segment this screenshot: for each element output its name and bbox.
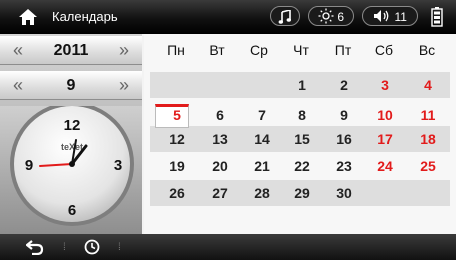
clock-icon[interactable] <box>84 239 100 255</box>
app-title: Календарь <box>52 9 118 24</box>
day-cell[interactable]: 28 <box>242 180 282 206</box>
brightness-value: 6 <box>337 10 345 24</box>
status-bar: Календарь 6 11 <box>0 0 456 34</box>
calendar-grid: Пн Вт Ср Чт Пт Сб Вс 1 2 3 4 5 6 7 8 9 1… <box>144 34 456 234</box>
calendar-app: Календарь 6 11 « 2011 » « 9 » 12 3 6 9 t… <box>0 0 456 260</box>
day-cell[interactable]: 20 <box>200 153 240 179</box>
day-cell[interactable]: 11 <box>408 102 448 128</box>
battery-icon <box>431 7 443 27</box>
day-cell[interactable]: 6 <box>200 102 240 128</box>
clock-numeral-9: 9 <box>25 157 33 174</box>
weekday-header-mon: Пн <box>167 42 185 58</box>
year-value: 2011 <box>53 42 89 59</box>
clock-center <box>69 161 75 167</box>
day-cell[interactable]: 18 <box>408 126 448 152</box>
analog-clock-area: 12 3 6 9 teXet <box>0 106 142 234</box>
analog-clock: 12 3 6 9 teXet <box>10 106 134 226</box>
day-cell[interactable]: 17 <box>365 126 405 152</box>
month-prev-button[interactable]: « <box>6 74 30 96</box>
day-cell[interactable]: 1 <box>282 72 322 98</box>
brightness-button[interactable]: 6 <box>308 6 354 26</box>
volume-icon <box>374 10 389 22</box>
month-value: 9 <box>66 77 76 94</box>
day-cell[interactable]: 12 <box>157 126 197 152</box>
clock-brand: teXet <box>61 142 83 152</box>
day-cell[interactable]: 23 <box>324 153 364 179</box>
month-next-button[interactable]: » <box>112 74 136 96</box>
day-cell[interactable]: 19 <box>157 153 197 179</box>
day-cell[interactable]: 22 <box>282 153 322 179</box>
day-cell[interactable]: 14 <box>242 126 282 152</box>
music-button[interactable] <box>270 6 300 26</box>
brightness-icon <box>318 8 334 24</box>
day-cell[interactable]: 29 <box>282 180 322 206</box>
day-cell[interactable]: 3 <box>365 72 405 98</box>
day-cell[interactable]: 15 <box>282 126 322 152</box>
day-cell[interactable]: 4 <box>408 72 448 98</box>
day-cell[interactable]: 30 <box>324 180 364 206</box>
day-cell[interactable]: 16 <box>324 126 364 152</box>
home-icon[interactable] <box>18 8 38 26</box>
day-cell[interactable]: 21 <box>242 153 282 179</box>
day-cell-today[interactable]: 5 <box>157 102 197 128</box>
day-cell[interactable]: 2 <box>324 72 364 98</box>
weekday-header-fri: Пт <box>334 42 352 58</box>
year-next-button[interactable]: » <box>112 39 136 61</box>
day-cell[interactable]: 8 <box>282 102 322 128</box>
back-icon[interactable] <box>26 239 44 255</box>
day-cell[interactable]: 10 <box>365 102 405 128</box>
weekday-header-tue: Вт <box>209 42 225 58</box>
day-cell[interactable]: 7 <box>242 102 282 128</box>
day-cell[interactable]: 9 <box>324 102 364 128</box>
day-cell[interactable]: 13 <box>200 126 240 152</box>
toolbar-separator: ⁞ <box>118 242 121 253</box>
year-prev-button[interactable]: « <box>6 39 30 61</box>
clock-numeral-12: 12 <box>64 117 81 134</box>
side-panel: « 2011 » « 9 » 12 3 6 9 teXet <box>0 34 142 234</box>
volume-value: 11 <box>394 10 407 24</box>
weekday-header-wed: Ср <box>250 42 268 58</box>
weekday-header-sun: Вс <box>418 42 436 58</box>
bottom-toolbar: ⁞ ⁞ <box>0 234 456 260</box>
day-cell[interactable]: 24 <box>365 153 405 179</box>
volume-button[interactable]: 11 <box>362 6 418 26</box>
clock-numeral-6: 6 <box>68 202 76 219</box>
clock-numeral-3: 3 <box>114 157 122 174</box>
year-picker: « 2011 » <box>0 36 142 65</box>
toolbar-separator: ⁞ <box>63 242 66 253</box>
music-icon <box>278 8 291 24</box>
day-cell[interactable]: 25 <box>408 153 448 179</box>
day-cell[interactable]: 26 <box>157 180 197 206</box>
weekday-header-sat: Сб <box>374 42 394 58</box>
weekday-header-thu: Чт <box>293 42 309 58</box>
month-picker: « 9 » <box>0 71 142 100</box>
day-cell[interactable]: 27 <box>200 180 240 206</box>
